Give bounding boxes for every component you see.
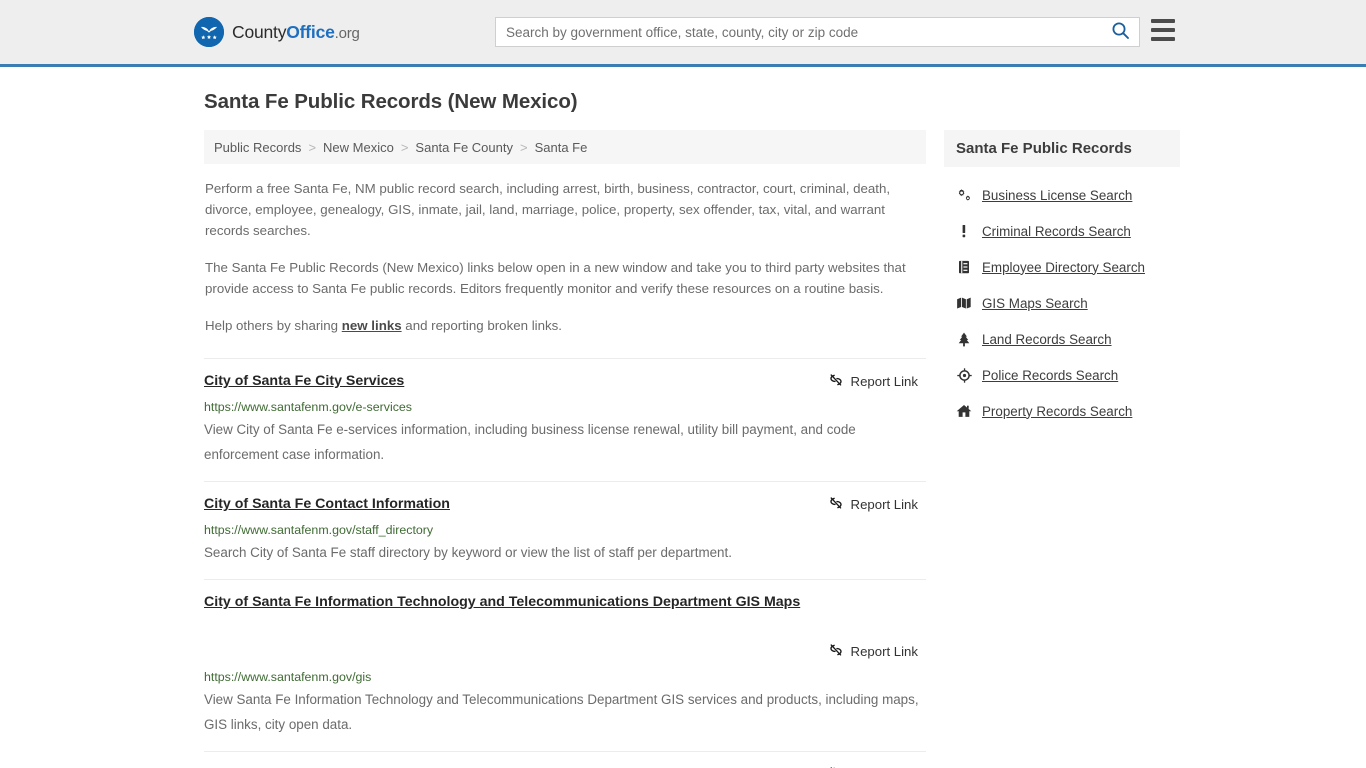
county-office-logo-icon — [194, 17, 224, 47]
result-header: City of Santa Fe Information Technology … — [204, 593, 926, 661]
broken-link-icon — [828, 495, 844, 514]
report-link-button[interactable]: Report Link — [828, 642, 918, 661]
breadcrumb-item-santa-fe-county[interactable]: Santa Fe County — [415, 140, 513, 155]
breadcrumb: Public Records > New Mexico > Santa Fe C… — [204, 130, 926, 164]
cogs-icon — [956, 188, 972, 202]
site-header: CountyOffice.org — [0, 0, 1366, 67]
sidebar-item-label: Criminal Records Search — [982, 223, 1131, 239]
result-item: Santa Fe Police Department Report Link — [204, 751, 926, 768]
search-input[interactable] — [496, 18, 1101, 46]
page-body: Santa Fe Public Records (New Mexico) Pub… — [0, 67, 1366, 768]
report-link-button[interactable]: Report Link — [828, 372, 918, 391]
sidebar-item-business-license-search[interactable]: Business License Search — [956, 177, 1180, 213]
exclamation-icon — [956, 224, 972, 238]
result-item: City of Santa Fe City Services Report Li… — [204, 358, 926, 481]
hamburger-bar — [1151, 28, 1175, 32]
brand-word-org: .org — [334, 24, 360, 42]
police-badge-icon — [956, 367, 972, 383]
intro-p3-before: Help others by sharing — [205, 318, 342, 333]
hamburger-menu-icon[interactable] — [1151, 19, 1175, 41]
result-url: https://www.santafenm.gov/e-services — [204, 400, 412, 414]
report-link-label: Report Link — [850, 644, 918, 659]
result-item: City of Santa Fe Contact Information Rep… — [204, 481, 926, 579]
hamburger-bar — [1151, 37, 1175, 41]
search-button[interactable] — [1101, 18, 1139, 46]
result-header: City of Santa Fe City Services Report Li… — [204, 372, 926, 391]
list-book-icon — [956, 260, 972, 274]
report-link-label: Report Link — [850, 497, 918, 512]
home-icon — [956, 404, 972, 418]
result-description: Search City of Santa Fe staff directory … — [204, 545, 732, 560]
intro-paragraph-2: The Santa Fe Public Records (New Mexico)… — [205, 260, 906, 296]
report-link-label: Report Link — [850, 374, 918, 389]
result-title-link[interactable]: City of Santa Fe Contact Information — [204, 495, 804, 514]
tree-icon — [956, 332, 972, 347]
result-title-link[interactable]: City of Santa Fe Information Technology … — [204, 593, 924, 612]
search-bar — [495, 17, 1140, 47]
content-row: Public Records > New Mexico > Santa Fe C… — [0, 114, 1366, 768]
brand-word-office: Office — [286, 21, 335, 42]
sidebar-item-label: Employee Directory Search — [982, 259, 1145, 275]
sidebar-item-label: Police Records Search — [982, 367, 1119, 383]
sidebar: Santa Fe Public Records Business License… — [944, 130, 1180, 768]
breadcrumb-separator: > — [308, 139, 317, 155]
sidebar-item-label: GIS Maps Search — [982, 295, 1088, 311]
map-icon — [956, 296, 972, 310]
breadcrumb-separator: > — [519, 139, 528, 155]
sidebar-item-label: Property Records Search — [982, 403, 1133, 419]
broken-link-icon — [828, 642, 844, 661]
search-icon — [1111, 21, 1130, 43]
result-url: https://www.santafenm.gov/gis — [204, 670, 372, 684]
sidebar-item-land-records-search[interactable]: Land Records Search — [956, 321, 1180, 357]
result-url: https://www.santafenm.gov/staff_director… — [204, 523, 434, 537]
breadcrumb-item-new-mexico[interactable]: New Mexico — [323, 140, 394, 155]
result-description: View City of Santa Fe e-services informa… — [204, 422, 856, 462]
sidebar-item-property-records-search[interactable]: Property Records Search — [956, 393, 1180, 429]
intro-paragraph-1: Perform a free Santa Fe, NM public recor… — [205, 181, 891, 238]
sidebar-item-employee-directory-search[interactable]: Employee Directory Search — [956, 249, 1180, 285]
sidebar-item-label: Land Records Search — [982, 331, 1112, 347]
sidebar-item-criminal-records-search[interactable]: Criminal Records Search — [956, 213, 1180, 249]
broken-link-icon — [828, 372, 844, 391]
results-list: City of Santa Fe City Services Report Li… — [204, 358, 926, 768]
sidebar-item-label: Business License Search — [982, 187, 1133, 203]
result-header: City of Santa Fe Contact Information Rep… — [204, 495, 926, 514]
report-link-button[interactable]: Report Link — [828, 495, 918, 514]
site-logo-text: CountyOffice.org — [232, 22, 360, 43]
hamburger-bar — [1151, 19, 1175, 23]
site-logo-link[interactable]: CountyOffice.org — [194, 17, 360, 47]
breadcrumb-item-santa-fe: Santa Fe — [534, 139, 588, 155]
main-column: Public Records > New Mexico > Santa Fe C… — [204, 130, 926, 768]
sidebar-item-gis-maps-search[interactable]: GIS Maps Search — [956, 285, 1180, 321]
brand-word-county: County — [232, 21, 287, 42]
sidebar-links: Business License Search Criminal Records… — [944, 167, 1180, 429]
sidebar-title: Santa Fe Public Records — [944, 130, 1180, 167]
result-description: View Santa Fe Information Technology and… — [204, 692, 919, 732]
intro-p3-after: and reporting broken links. — [401, 318, 563, 333]
breadcrumb-item-public-records[interactable]: Public Records — [214, 140, 301, 155]
breadcrumb-separator: > — [400, 139, 409, 155]
result-title-link[interactable]: City of Santa Fe City Services — [204, 372, 804, 391]
new-links-link[interactable]: new links — [342, 318, 402, 333]
sidebar-item-police-records-search[interactable]: Police Records Search — [956, 357, 1180, 393]
result-item: City of Santa Fe Information Technology … — [204, 579, 926, 751]
intro-paragraph-3: Help others by sharing new links and rep… — [204, 315, 926, 336]
page-title: Santa Fe Public Records (New Mexico) — [204, 90, 578, 113]
